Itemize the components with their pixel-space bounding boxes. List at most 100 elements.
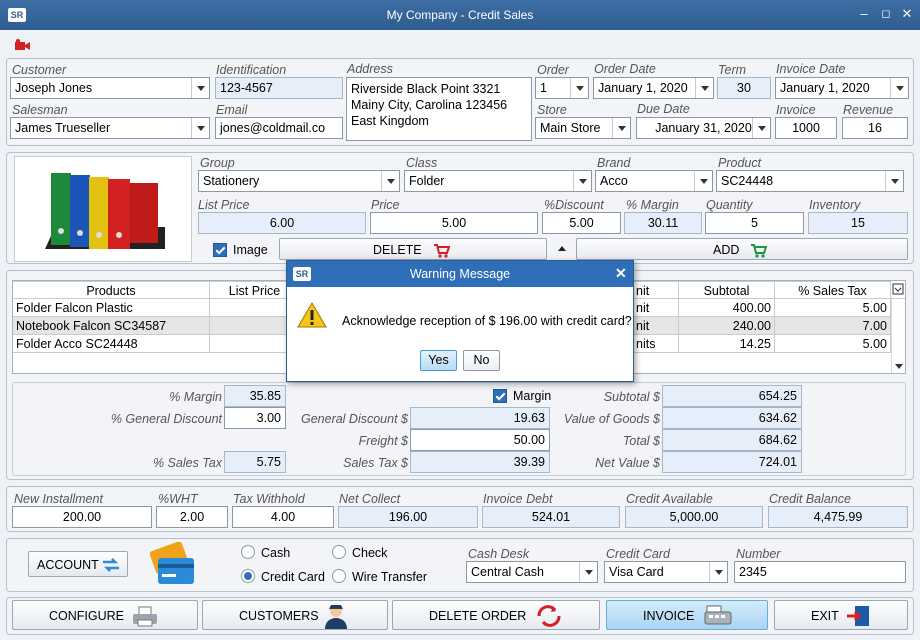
col-header-products[interactable]: Products — [13, 281, 210, 299]
chevron-down-icon[interactable] — [381, 171, 399, 191]
cell-subtotal[interactable]: 14.25 — [679, 335, 775, 353]
margin-checkbox[interactable] — [493, 389, 507, 403]
cell-product[interactable]: Notebook Falcon SC34587 — [13, 317, 210, 335]
chevron-down-icon[interactable] — [191, 118, 209, 138]
invoice-date-combo[interactable]: January 1, 2020 — [775, 77, 909, 99]
sales-tax-field[interactable]: 39.39 — [410, 451, 550, 473]
order-date-combo[interactable]: January 1, 2020 — [593, 77, 714, 99]
video-camera-icon[interactable] — [14, 38, 32, 52]
group-combo[interactable]: Stationery — [198, 170, 400, 192]
dialog-yes-button[interactable]: Yes — [420, 350, 457, 371]
cell-subtotal[interactable]: 400.00 — [679, 299, 775, 317]
goods-field[interactable]: 634.62 — [662, 407, 802, 429]
cell-unit[interactable]: nits — [633, 335, 679, 353]
salesman-combo[interactable]: James Trueseller — [10, 117, 210, 139]
chevron-down-icon[interactable] — [191, 78, 209, 98]
cash-desk-combo[interactable]: Central Cash — [466, 561, 598, 583]
total-margin-field[interactable]: 35.85 — [224, 385, 286, 407]
sales-tax-pct-field[interactable]: 5.75 — [224, 451, 286, 473]
goods-label: Value of Goods $ — [563, 412, 660, 426]
class-combo[interactable]: Folder — [404, 170, 592, 192]
cell-sales-tax[interactable]: 5.00 — [775, 299, 891, 317]
cash-radio[interactable] — [241, 545, 255, 559]
col-header-subtotal[interactable]: Subtotal — [679, 281, 775, 299]
close-icon[interactable]: ✕ — [899, 6, 915, 22]
net-collect-field[interactable]: 196.00 — [338, 506, 478, 528]
chevron-down-icon[interactable] — [752, 118, 770, 138]
number-field[interactable]: 2345 — [734, 561, 906, 583]
term-field[interactable]: 30 — [717, 77, 771, 99]
cell-sales-tax[interactable]: 5.00 — [775, 335, 891, 353]
identification-field[interactable]: 123-4567 — [215, 77, 343, 99]
cell-unit[interactable]: nit — [633, 299, 679, 317]
customers-button[interactable]: CUSTOMERS — [202, 600, 388, 630]
gen-discount-pct-field[interactable]: 3.00 — [224, 407, 286, 429]
order-combo[interactable]: 1 — [535, 77, 589, 99]
wht-field[interactable]: 2.00 — [156, 506, 228, 528]
invoice-button[interactable]: INVOICE — [606, 600, 768, 630]
customer-combo[interactable]: Joseph Jones — [10, 77, 210, 99]
credit-card-combo[interactable]: Visa Card — [604, 561, 728, 583]
delete-item-button[interactable]: DELETE — [279, 238, 547, 260]
dialog-close-icon[interactable]: ✕ — [615, 265, 627, 282]
collapse-up-icon[interactable] — [557, 244, 567, 254]
due-date-combo[interactable]: January 31, 2020 — [636, 117, 771, 139]
list-price-field[interactable]: 6.00 — [198, 212, 366, 234]
credit-balance-field[interactable]: 4,475.99 — [768, 506, 908, 528]
cell-product[interactable]: Folder Acco SC24448 — [13, 335, 210, 353]
chevron-down-icon[interactable] — [579, 562, 597, 582]
col-header-sales-tax[interactable]: % Sales Tax — [775, 281, 891, 299]
col-header-unit[interactable]: nit — [633, 281, 679, 299]
address-line: East Kingdom — [351, 114, 429, 128]
brand-label: Brand — [597, 156, 631, 170]
cell-unit[interactable]: nit — [633, 317, 679, 335]
exit-button[interactable]: EXIT — [774, 600, 908, 630]
invoice-debt-field[interactable]: 524.01 — [482, 506, 620, 528]
freight-field[interactable]: 50.00 — [410, 429, 550, 451]
credit-card-radio[interactable] — [241, 569, 255, 583]
account-button[interactable]: ACCOUNT — [28, 551, 128, 577]
chevron-down-icon[interactable] — [612, 118, 630, 138]
price-field[interactable]: 5.00 — [370, 212, 538, 234]
add-item-button[interactable]: ADD — [576, 238, 908, 260]
minimize-icon[interactable]: – — [856, 6, 872, 21]
net-value-field[interactable]: 724.01 — [662, 451, 802, 473]
chevron-down-icon[interactable] — [573, 171, 591, 191]
store-combo[interactable]: Main Store — [535, 117, 631, 139]
delete-order-button[interactable]: DELETE ORDER — [392, 600, 600, 630]
wire-transfer-radio[interactable] — [332, 569, 346, 583]
cell-sales-tax[interactable]: 7.00 — [775, 317, 891, 335]
check-radio[interactable] — [332, 545, 346, 559]
chevron-down-icon[interactable] — [695, 78, 713, 98]
scroll-down-icon[interactable] — [895, 364, 903, 369]
credit-available-field[interactable]: 5,000.00 — [625, 506, 763, 528]
address-field[interactable]: Riverside Black Point 3321 Mainy City, C… — [346, 77, 532, 141]
image-checkbox[interactable] — [213, 243, 227, 257]
chevron-down-icon[interactable] — [885, 171, 903, 191]
cell-subtotal[interactable]: 240.00 — [679, 317, 775, 335]
margin-field[interactable]: 30.11 — [624, 212, 702, 234]
revenue-field[interactable]: 16 — [842, 117, 908, 139]
new-installment-field[interactable]: 200.00 — [12, 506, 152, 528]
chevron-down-icon[interactable] — [890, 78, 908, 98]
configure-button[interactable]: CONFIGURE — [12, 600, 198, 630]
chevron-down-icon[interactable] — [709, 562, 727, 582]
email-field[interactable]: jones@coldmail.co — [215, 117, 343, 139]
quantity-field[interactable]: 5 — [705, 212, 804, 234]
product-combo[interactable]: SC24448 — [716, 170, 904, 192]
inventory-field[interactable]: 15 — [808, 212, 908, 234]
table-scrollbar[interactable] — [891, 299, 905, 373]
gen-discount-field[interactable]: 19.63 — [410, 407, 550, 429]
cell-product[interactable]: Folder Falcon Plastic — [13, 299, 210, 317]
tax-withhold-field[interactable]: 4.00 — [232, 506, 334, 528]
total-field[interactable]: 684.62 — [662, 429, 802, 451]
column-chooser-icon[interactable] — [891, 281, 905, 299]
invoice-field[interactable]: 1000 — [775, 117, 837, 139]
subtotal-field[interactable]: 654.25 — [662, 385, 802, 407]
discount-field[interactable]: 5.00 — [542, 212, 621, 234]
maximize-icon[interactable]: ◻ — [878, 7, 894, 20]
chevron-down-icon[interactable] — [694, 171, 712, 191]
chevron-down-icon[interactable] — [570, 78, 588, 98]
dialog-no-button[interactable]: No — [463, 350, 500, 371]
brand-combo[interactable]: Acco — [595, 170, 713, 192]
